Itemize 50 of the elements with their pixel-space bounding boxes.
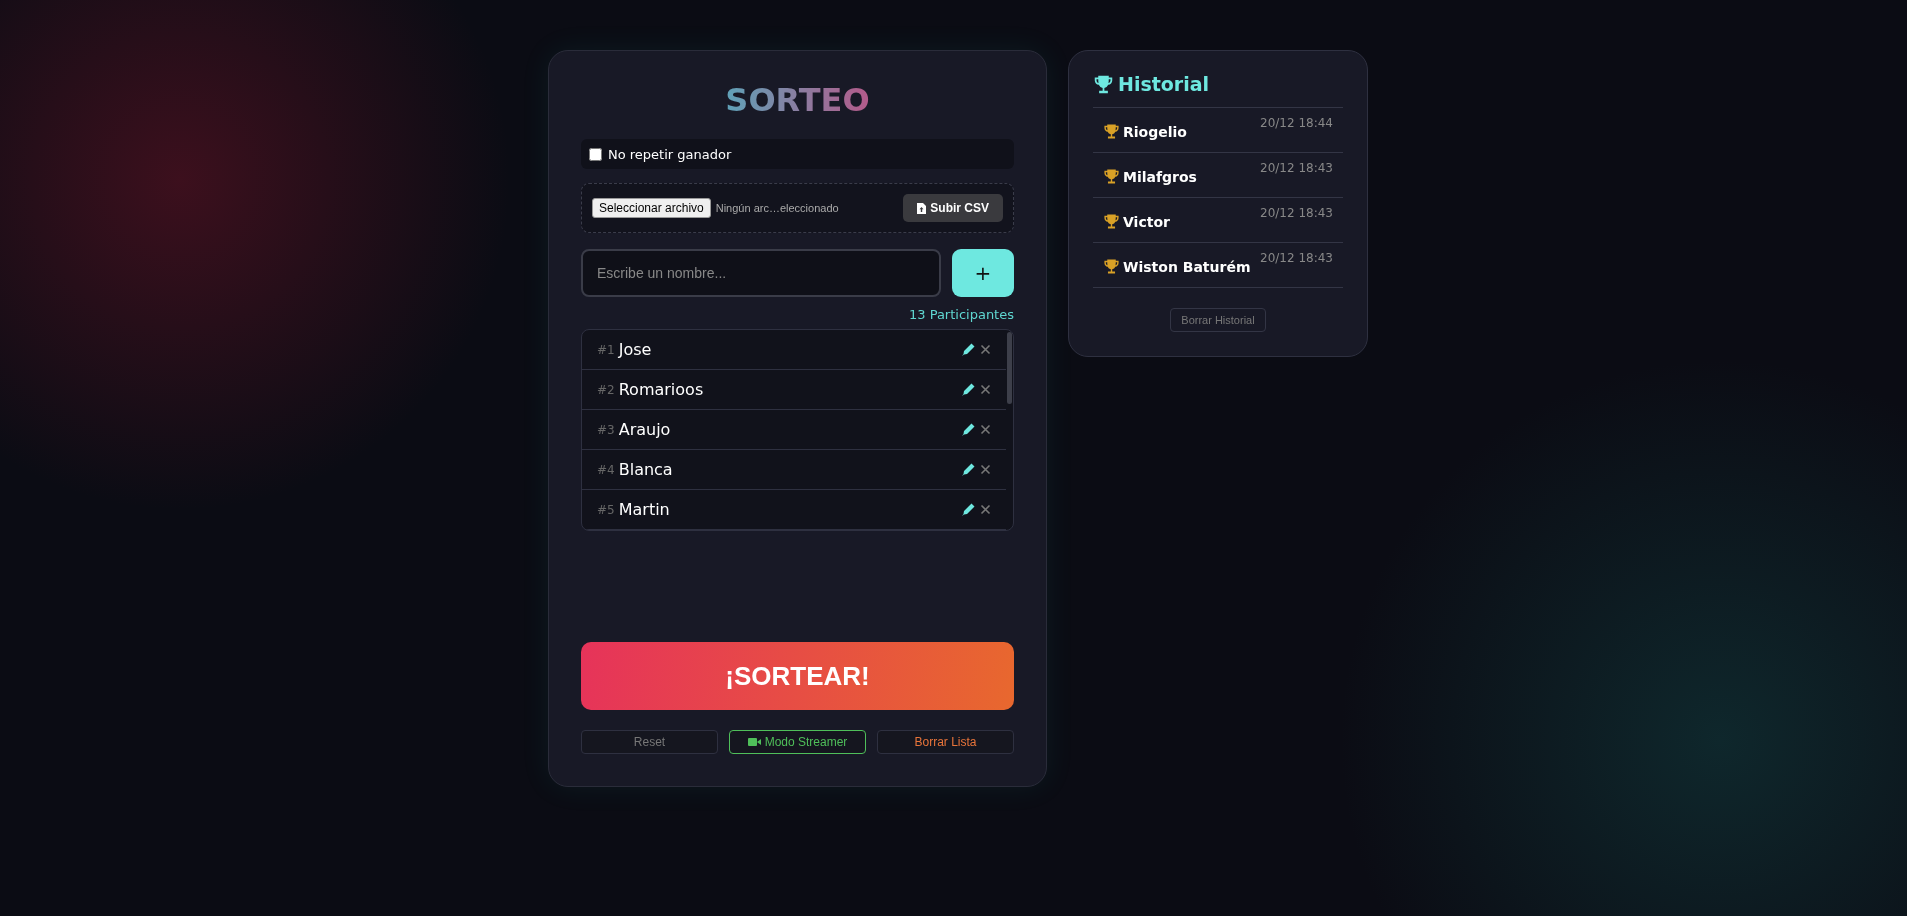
participant-number: #5	[597, 502, 615, 517]
participant-number: #4	[597, 462, 615, 477]
close-icon[interactable]	[979, 383, 992, 396]
edit-icon[interactable]	[962, 383, 975, 396]
edit-icon[interactable]	[962, 503, 975, 516]
name-input[interactable]: Escribe un nombre...	[581, 249, 941, 297]
participant-number: #3	[597, 422, 615, 437]
participant-name: Martin	[618, 500, 671, 519]
clear-history-button[interactable]: Borrar Historial	[1170, 308, 1266, 332]
participant-name: Araujo	[618, 420, 672, 439]
action-button[interactable]: Reset	[581, 730, 718, 754]
file-status: Ningún arc…eleccionado	[715, 202, 840, 214]
winner-time: 20/12 18:44	[1260, 116, 1333, 130]
close-icon[interactable]	[979, 463, 992, 476]
trophy-icon	[1103, 123, 1120, 140]
choose-file-button[interactable]: Seleccionar archivo	[592, 198, 711, 218]
winner-name: Milafgros	[1123, 168, 1197, 185]
history-title: Historial	[1118, 73, 1210, 95]
upload-button[interactable]: Subir CSV	[903, 194, 1003, 222]
participant-number: #2	[597, 382, 615, 397]
scrollbar[interactable]	[1007, 332, 1012, 404]
trophy-icon	[1103, 168, 1120, 185]
participant-name: Blanca	[618, 460, 674, 479]
draw-button[interactable]: ¡SORTEAR!	[581, 642, 1014, 710]
participant-name: Romarioos	[618, 380, 705, 399]
winner-time: 20/12 18:43	[1260, 251, 1333, 265]
checkbox-label: No repetir ganador	[608, 146, 732, 162]
trophy-icon	[1093, 73, 1114, 95]
trophy-icon	[1103, 213, 1120, 230]
close-icon[interactable]	[979, 503, 992, 516]
winner-name: Wiston Baturém	[1123, 258, 1251, 275]
edit-icon[interactable]	[962, 343, 975, 356]
participant-name: Jose	[618, 340, 653, 359]
add-button[interactable]: +	[952, 249, 1014, 297]
winner-name: Victor	[1123, 213, 1170, 230]
edit-icon[interactable]	[962, 463, 975, 476]
edit-icon[interactable]	[962, 423, 975, 436]
action-button[interactable]: Modo Streamer	[729, 730, 866, 754]
video-camera-icon	[747, 737, 761, 747]
close-icon[interactable]	[979, 423, 992, 436]
close-icon[interactable]	[979, 343, 992, 356]
participant-number: #1	[597, 342, 615, 357]
participant-count: 13 Participantes	[908, 307, 1014, 322]
trophy-icon	[1103, 258, 1120, 275]
checkbox[interactable]	[589, 147, 602, 161]
action-button[interactable]: Borrar Lista	[877, 730, 1014, 754]
file-icon	[917, 202, 927, 214]
winner-time: 20/12 18:43	[1260, 206, 1333, 220]
winner-name: Riogelio	[1123, 123, 1187, 140]
winner-time: 20/12 18:43	[1260, 161, 1333, 175]
